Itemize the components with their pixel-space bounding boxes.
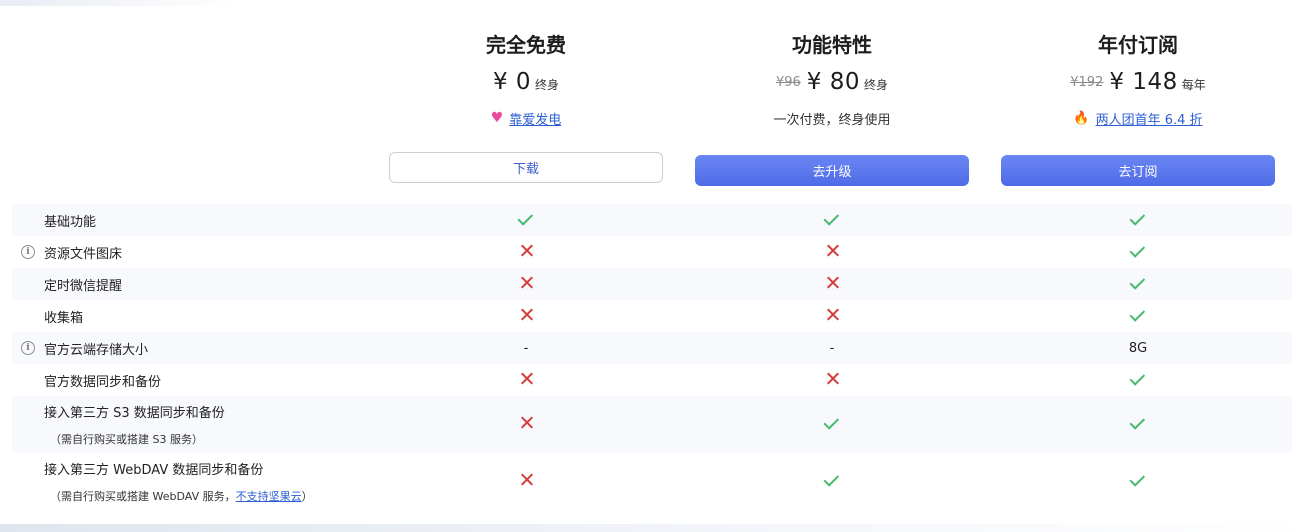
plan-name: 功能特性 — [792, 33, 872, 57]
feature-label-text: 基础功能 — [44, 214, 97, 230]
download-button[interactable]: 下载 — [389, 152, 663, 183]
plan-note: ♥ 靠爱发电 — [389, 102, 663, 134]
cross-icon — [695, 244, 969, 261]
fire-icon: 🔥 — [1073, 110, 1090, 126]
plan-free: 完全免费 ¥ 0 终身 ♥ 靠爱发电 — [389, 30, 663, 134]
bottom-bar — [0, 524, 1316, 532]
cross-icon — [389, 244, 663, 261]
feature-label-text: 接入第三方 S3 数据同步和备份 — [44, 406, 225, 421]
period: 终身 — [864, 77, 889, 92]
plan-name: 年付订阅 — [1098, 33, 1178, 57]
feature-value: 8G — [1128, 340, 1148, 356]
feature-row: i 官方云端存储大小 - - 8G — [12, 332, 1292, 364]
feature-label-text: 官方数据同步和备份 — [44, 374, 162, 390]
donate-link[interactable]: 靠爱发电 — [509, 109, 561, 128]
feature-row: 接入第三方 S3 数据同步和备份 （需自行购买或搭建 S3 服务） — [12, 396, 1292, 453]
feature-sublabel: （需自行购买或搭建 S3 服务） — [50, 433, 203, 446]
feature-value: - — [523, 340, 529, 356]
cross-icon — [695, 308, 969, 325]
price-line: ¥192 ¥ 148 每年 — [1001, 62, 1275, 102]
check-icon — [1001, 241, 1275, 260]
cross-icon — [389, 473, 663, 490]
feature-row: 官方数据同步和备份 — [12, 364, 1292, 396]
feature-label-text: 资源文件图床 — [44, 246, 123, 262]
check-icon — [695, 414, 969, 432]
feature-row: 基础功能 — [12, 204, 1292, 236]
plan-note: 一次付费，终身使用 — [773, 112, 891, 128]
check-icon — [695, 209, 969, 228]
info-icon[interactable]: i — [21, 245, 35, 259]
feature-value: - — [829, 340, 835, 356]
check-icon — [695, 470, 969, 489]
check-icon — [1001, 209, 1275, 228]
feature-label: 资源文件图床 — [44, 243, 122, 262]
feature-row: 接入第三方 WebDAV 数据同步和备份 （需自行购买或搭建 WebDAV 服务，… — [12, 453, 1292, 509]
cross-icon — [389, 372, 663, 389]
feature-label-text: 官方云端存储大小 — [44, 342, 149, 358]
upgrade-button[interactable]: 去升级 — [695, 155, 969, 186]
price: ¥ 148 — [1109, 69, 1178, 95]
cross-icon — [389, 308, 663, 325]
feature-row: i 资源文件图床 — [12, 236, 1292, 268]
check-icon — [1001, 305, 1275, 324]
period: 每年 — [1181, 77, 1206, 92]
check-icon — [389, 209, 663, 228]
feature-label: 定时微信提醒 — [44, 275, 122, 294]
top-fade — [0, 0, 240, 6]
price-line: ¥96 ¥ 80 终身 — [695, 62, 969, 102]
plan-name: 完全免费 — [486, 33, 566, 57]
subscribe-button[interactable]: 去订阅 — [1001, 155, 1275, 186]
feature-sublabel: （需自行购买或搭建 WebDAV 服务，不支持坚果云） — [50, 489, 313, 503]
price: ¥ 80 — [806, 69, 861, 95]
cross-icon — [389, 276, 663, 293]
feature-label: 官方数据同步和备份 — [44, 371, 161, 390]
price: ¥ 0 — [492, 69, 532, 95]
unsupported-provider-link[interactable]: 不支持坚果云 — [236, 490, 302, 503]
price-line: ¥ 0 终身 — [389, 62, 663, 102]
plan-yearly: 年付订阅 ¥192 ¥ 148 每年 🔥 两人团首年 6.4 折 — [1001, 30, 1275, 134]
plan-note: 🔥 两人团首年 6.4 折 — [1001, 102, 1275, 134]
heart-icon: ♥ — [490, 110, 504, 126]
cross-icon — [389, 416, 663, 433]
check-icon — [1001, 470, 1275, 489]
feature-label: 收集箱 — [44, 307, 83, 326]
check-icon — [1001, 414, 1275, 432]
feature-label-text: 定时微信提醒 — [44, 278, 123, 294]
feature-row: 收集箱 — [12, 300, 1292, 332]
cross-icon — [695, 276, 969, 293]
period: 终身 — [535, 77, 560, 92]
info-icon[interactable]: i — [21, 341, 35, 355]
original-price: ¥192 — [1070, 74, 1104, 90]
check-icon — [1001, 369, 1275, 388]
feature-label: 接入第三方 S3 数据同步和备份 （需自行购买或搭建 S3 服务） — [44, 402, 225, 447]
feature-row: 定时微信提醒 — [12, 268, 1292, 300]
feature-table: 基础功能 i 资源文件图床 定时微信提醒 收集箱 i 官方云端存储大小 - - 8G 官方数据同步和… — [12, 204, 1292, 509]
plan-lifetime: 功能特性 ¥96 ¥ 80 终身 一次付费，终身使用 — [695, 30, 969, 134]
feature-label: 接入第三方 WebDAV 数据同步和备份 （需自行购买或搭建 WebDAV 服务，… — [44, 459, 313, 504]
feature-label: 基础功能 — [44, 211, 96, 230]
feature-label-text: 接入第三方 WebDAV 数据同步和备份 — [44, 462, 264, 478]
cross-icon — [695, 372, 969, 389]
group-discount-link[interactable]: 两人团首年 6.4 折 — [1096, 109, 1203, 128]
feature-label-text: 收集箱 — [44, 310, 84, 326]
check-icon — [1001, 273, 1275, 292]
original-price: ¥96 — [775, 74, 801, 90]
feature-label: 官方云端存储大小 — [44, 339, 148, 358]
